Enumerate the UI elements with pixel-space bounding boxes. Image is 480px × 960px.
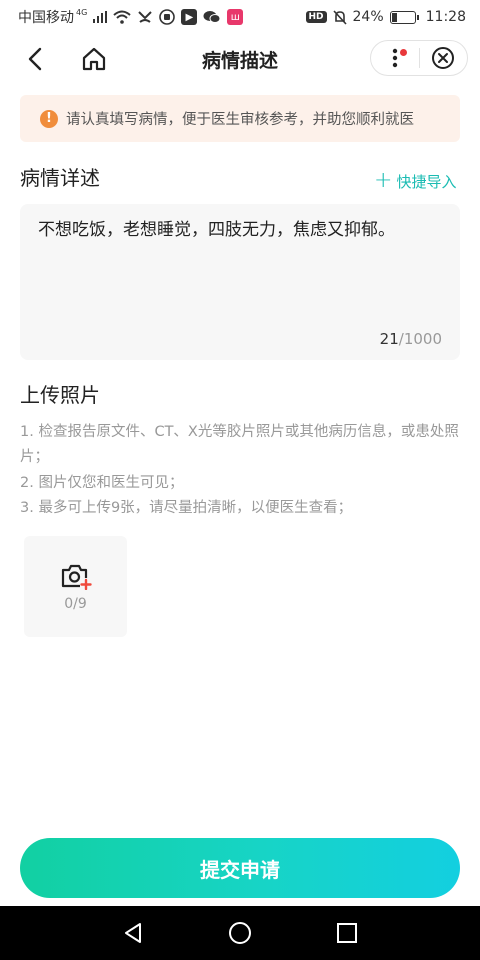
description-box: 21/1000 [20, 204, 460, 360]
upload-tip: 1. 检查报告原文件、CT、X光等胶片照片或其他病历信息，或患处照片； [20, 424, 459, 466]
signal-icon [93, 11, 108, 23]
char-count-max: /1000 [398, 330, 442, 348]
triangle-back-icon [125, 923, 142, 943]
android-nav-bar [0, 906, 480, 960]
photo-count: 0/9 [64, 595, 87, 612]
quick-import-label: 快捷导入 [396, 172, 457, 191]
status-left: 中国移动 4G ▶ ш [18, 7, 244, 27]
upload-tips: 1. 检查报告原文件、CT、X光等胶片照片或其他病历信息，或患处照片； 2. 图… [20, 420, 460, 522]
warning-icon: ! [40, 109, 58, 128]
submit-button[interactable]: 提交申请 [20, 838, 460, 898]
back-button[interactable] [20, 44, 50, 74]
app-icon-pink: ш [227, 9, 244, 25]
more-button[interactable] [371, 41, 419, 75]
clock: 11:28 [425, 9, 466, 25]
missed-call-icon [137, 10, 153, 24]
close-button[interactable] [419, 41, 467, 75]
notice-text: 请认真填写病情，便于医生审核参考，并助您顺利就医 [66, 112, 414, 128]
add-photo-button[interactable]: 0/9 [24, 536, 127, 637]
android-recents-button[interactable] [327, 913, 367, 953]
close-circle-icon [432, 47, 455, 69]
battery-percent: 24% [352, 9, 384, 25]
android-home-button[interactable] [220, 913, 260, 953]
camera-add-icon [61, 564, 92, 590]
mute-bell-icon [332, 9, 347, 25]
plus-icon: + [374, 168, 393, 193]
circle-home-icon [228, 922, 251, 944]
quick-import-button[interactable]: + 快捷导入 [374, 170, 456, 192]
upload-tip: 2. 图片仅您和医生可见； [20, 474, 184, 491]
network-label: 4G [76, 7, 88, 17]
chevron-left-icon [28, 47, 42, 71]
description-title: 病情详述 [20, 166, 100, 190]
mini-program-capsule [370, 40, 468, 76]
square-recents-icon [336, 923, 357, 943]
wechat-icon [203, 10, 221, 24]
android-back-button[interactable] [113, 913, 153, 953]
status-bar: 中国移动 4G ▶ ш HD 24% 11:28 [0, 0, 480, 34]
more-vertical-icon [392, 48, 397, 68]
home-icon [82, 47, 106, 71]
app-icon-shield [159, 9, 176, 25]
upload-tip: 3. 最多可上传9张，请尽量拍清晰，以便医生查看； [20, 500, 353, 517]
notification-dot [400, 49, 407, 56]
char-counter: 21/1000 [380, 330, 442, 348]
description-input[interactable] [38, 218, 446, 318]
wifi-icon [113, 10, 131, 24]
battery-icon [389, 10, 419, 24]
carrier-name: 中国移动 [18, 10, 74, 26]
hd-badge: HD [305, 11, 327, 23]
battery-fill [391, 12, 397, 22]
upload-title: 上传照片 [20, 383, 100, 407]
nav-bar: 病情描述 [0, 34, 480, 84]
home-button[interactable] [78, 44, 110, 74]
app-icon-play: ▶ [181, 9, 198, 25]
char-count-current: 21 [379, 330, 399, 348]
notice-banner: ! 请认真填写病情，便于医生审核参考，并助您顺利就医 [20, 95, 460, 142]
status-right: HD 24% 11:28 [305, 9, 466, 25]
